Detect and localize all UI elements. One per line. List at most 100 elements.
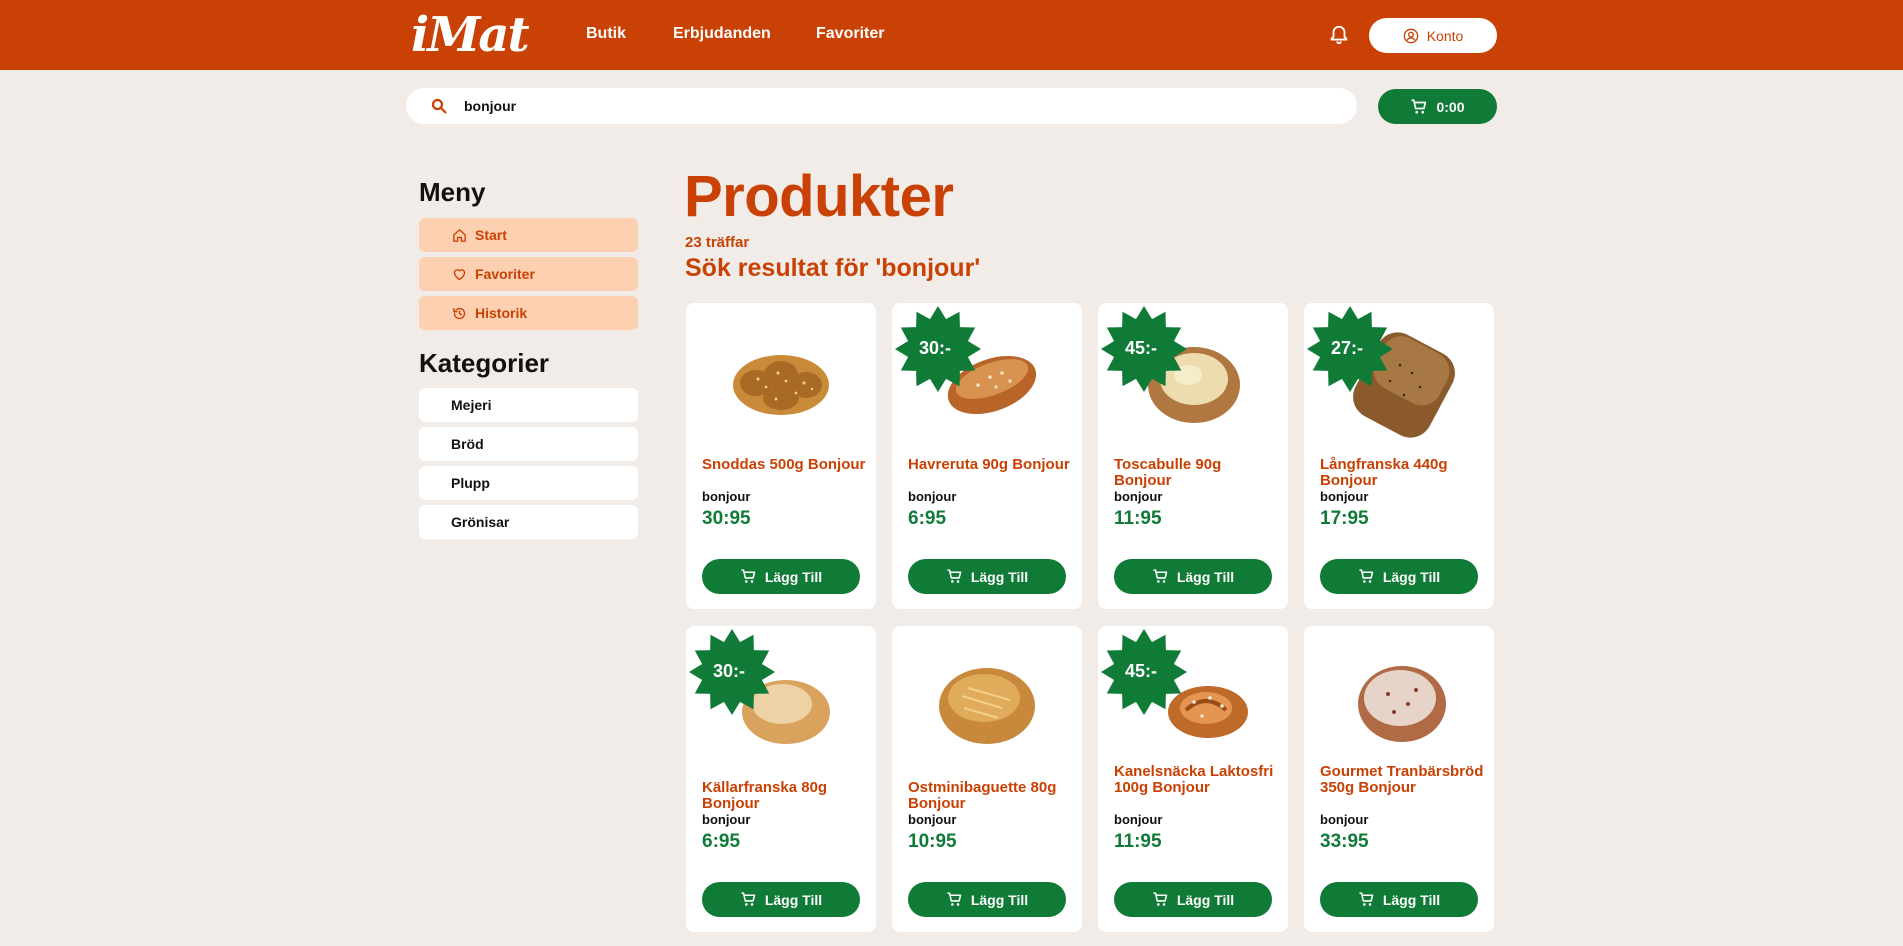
sidebar-item-historik[interactable]: Historik [419,296,638,330]
add-to-cart-label: Lägg Till [970,568,1029,585]
product-brand: bonjour [1320,489,1369,504]
product-price: 11:95 [1114,508,1162,529]
product-name[interactable]: Långfranska 440g Bonjour [1320,457,1488,489]
product-brand: bonjour [908,489,957,504]
search-result-heading: Sök resultat för 'bonjour' [685,254,981,282]
product-name[interactable]: Kanelsnäcka Laktosfri 100g Bonjour [1114,764,1282,796]
category-brod[interactable]: Bröd [419,427,638,461]
add-to-cart-label: Lägg Till [970,891,1029,908]
product-brand: bonjour [1114,812,1163,827]
add-to-cart-button[interactable]: Lägg Till [1320,882,1478,917]
add-to-cart-label: Lägg Till [1176,891,1235,908]
product-card[interactable]: Gourmet Tranbärsbröd 350g Bonjour bonjour… [1304,626,1494,932]
product-image[interactable] [1304,626,1494,776]
product-card[interactable]: 45:- Kanelsnäcka Laktosfri 100g Bonjour bo… [1098,626,1288,932]
add-to-cart-button[interactable]: Lägg Till [1114,559,1272,594]
cart-icon [741,569,756,583]
add-to-cart-button[interactable]: Lägg Till [1320,559,1478,594]
product-brand: bonjour [1114,489,1163,504]
imat-logo[interactable]: iMat [411,8,530,62]
product-brand: bonjour [702,489,751,504]
cart-icon [1359,569,1374,583]
category-mejeri[interactable]: Mejeri [419,388,638,422]
nav-favoriter[interactable]: Favoriter [816,24,884,44]
add-to-cart-button[interactable]: Lägg Till [1114,882,1272,917]
product-brand: bonjour [908,812,957,827]
product-card[interactable]: 30:- Havreruta 90g Bonjour bonjour 6:95 Lägg… [892,303,1082,609]
product-card[interactable]: Ostminibaguette 80g Bonjour bonjour 10:95 L… [892,626,1082,932]
sidebar-item-label: Start [475,227,507,243]
add-to-cart-label: Lägg Till [764,568,823,585]
home-icon [453,228,466,242]
add-to-cart-button[interactable]: Lägg Till [702,882,860,917]
nav-erbjudanden[interactable]: Erbjudanden [673,24,771,44]
search-input[interactable] [464,98,1324,114]
offer-badge: 27:- [1307,306,1393,392]
product-brand: bonjour [702,812,751,827]
offer-price: 27:- [1331,338,1363,358]
heart-icon [453,268,466,280]
product-price: 30:95 [702,508,751,529]
offer-badge: 45:- [1101,629,1187,715]
product-name[interactable]: Källarfranska 80g Bonjour [702,780,870,812]
product-name[interactable]: Ostminibaguette 80g Bonjour [908,780,1076,812]
cart-icon [741,892,756,906]
offer-price: 30:- [919,338,951,358]
cart-icon [947,892,962,906]
menu-heading: Meny [419,177,486,207]
product-name[interactable]: Gourmet Tranbärsbröd 350g Bonjour [1320,764,1488,796]
top-bar: iMat Butik Erbjudanden Favoriter Konto [0,0,1903,70]
category-gronisar[interactable]: Grönisar [419,505,638,539]
product-price: 6:95 [908,508,947,529]
add-to-cart-button[interactable]: Lägg Till [702,559,860,594]
product-name[interactable]: Toscabulle 90g Bonjour [1114,457,1282,489]
product-card[interactable]: 30:- Källarfranska 80g Bonjour bonjour 6:95… [686,626,876,932]
bell-icon[interactable] [1328,24,1350,46]
offer-badge: 45:- [1101,306,1187,392]
add-to-cart-label: Lägg Till [1382,891,1441,908]
category-plupp[interactable]: Plupp [419,466,638,500]
sidebar-item-label: Favoriter [475,266,535,282]
sidebar-item-favoriter[interactable]: Favoriter [419,257,638,291]
product-card[interactable]: Snoddas 500g Bonjour bonjour 30:95 Lägg Til… [686,303,876,609]
nav-butik[interactable]: Butik [586,24,626,44]
cart-icon [1153,569,1168,583]
sidebar-item-label: Historik [475,305,528,321]
categories-heading: Kategorier [419,348,550,378]
offer-price: 45:- [1125,338,1157,358]
search-icon [431,98,447,114]
cart-icon [947,569,962,583]
add-to-cart-button[interactable]: Lägg Till [908,882,1066,917]
search-bar[interactable] [406,88,1357,124]
product-brand: bonjour [1320,812,1369,827]
offer-badge: 30:- [895,306,981,392]
add-to-cart-label: Lägg Till [1176,568,1235,585]
cart-icon [1359,892,1374,906]
product-card[interactable]: 27:- Långfranska 440g Bonjour bonjour 17:95… [1304,303,1494,609]
offer-price: 30:- [713,661,745,681]
product-card[interactable]: 45:- Toscabulle 90g Bonjour bonjour 11:95 Lä… [1098,303,1288,609]
offer-badge: 30:- [689,629,775,715]
add-to-cart-button[interactable]: Lägg Till [908,559,1066,594]
product-price: 17:95 [1320,508,1369,529]
product-image[interactable] [892,626,1082,776]
add-to-cart-label: Lägg Till [764,891,823,908]
offer-price: 45:- [1125,661,1157,681]
history-icon [453,307,466,319]
account-button[interactable]: Konto [1369,18,1497,53]
sidebar-item-start[interactable]: Start [419,218,638,252]
product-name[interactable]: Havreruta 90g Bonjour [908,457,1076,473]
page-title: Produkter [684,164,954,229]
product-price: 11:95 [1114,831,1162,852]
hit-count: 23 träffar [685,234,750,251]
cart-icon [1153,892,1168,906]
cart-total: 0:00 [1436,98,1465,115]
product-price: 33:95 [1320,831,1369,852]
product-price: 10:95 [908,831,957,852]
product-image[interactable] [686,303,876,453]
cart-icon [1411,98,1427,114]
product-name[interactable]: Snoddas 500g Bonjour [702,457,870,473]
product-price: 6:95 [702,831,741,852]
add-to-cart-label: Lägg Till [1382,568,1441,585]
cart-button[interactable]: 0:00 [1378,89,1497,124]
